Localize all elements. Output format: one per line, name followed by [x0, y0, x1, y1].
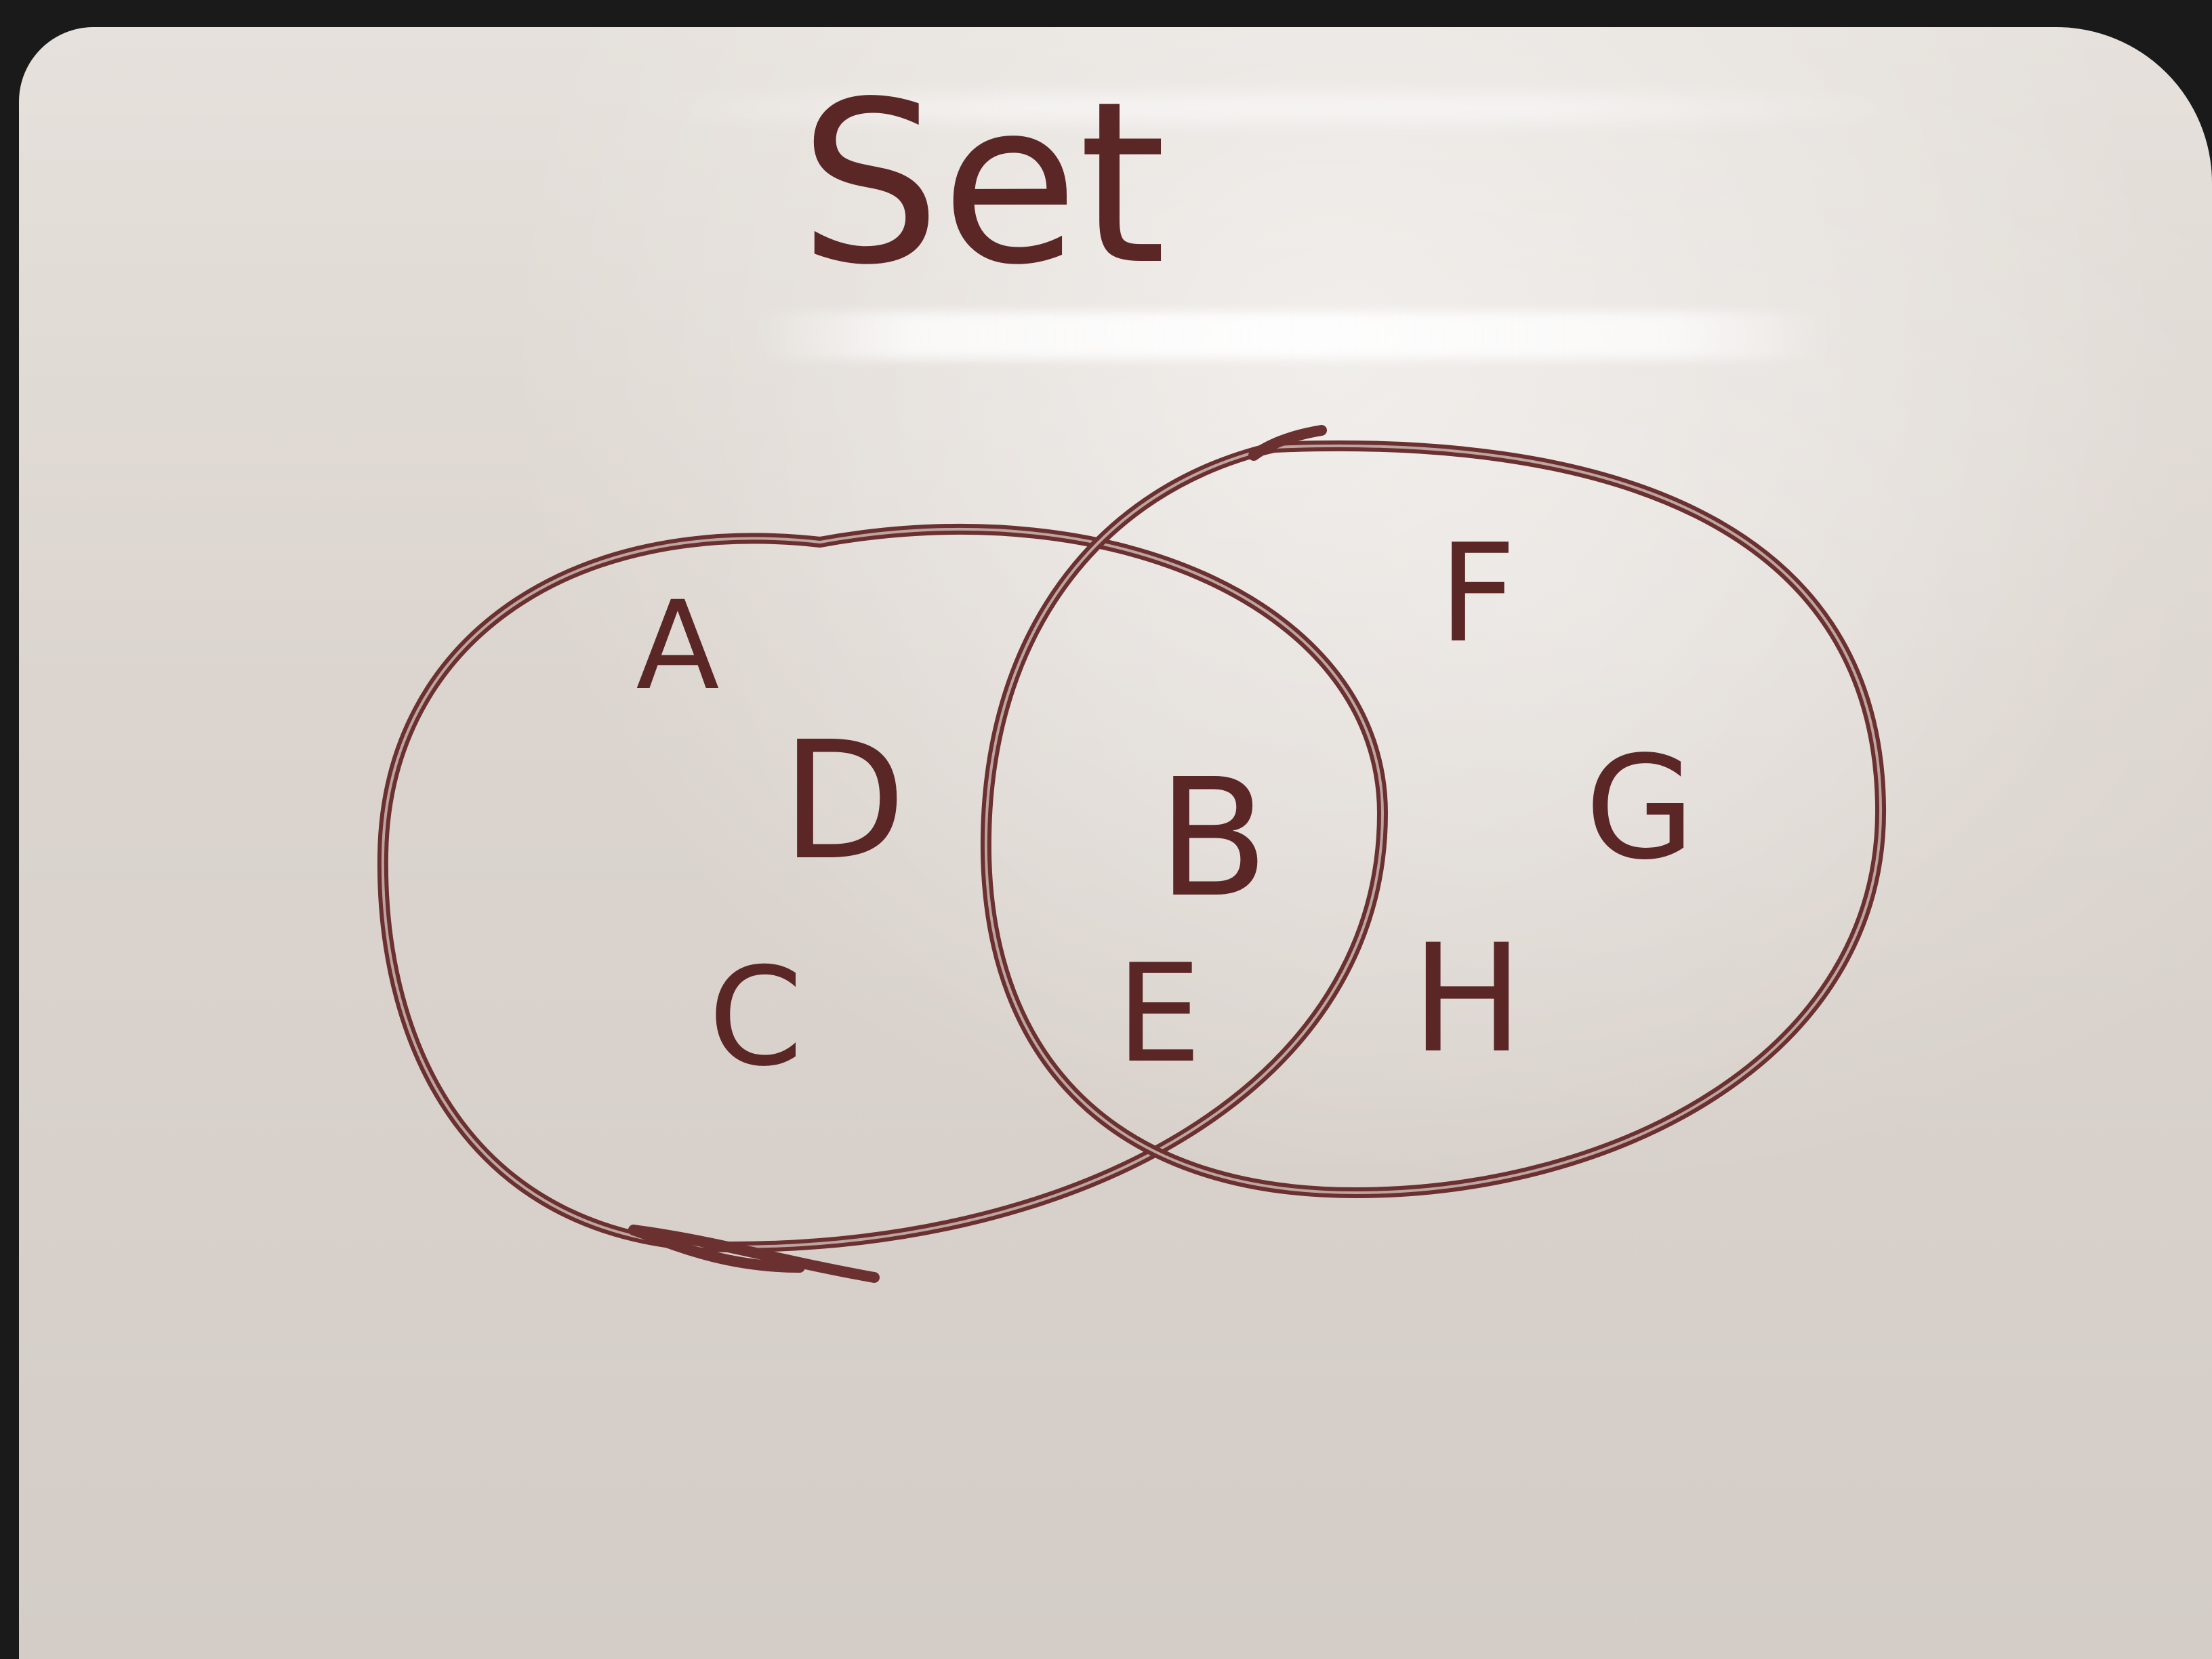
element-b-label: B	[1158, 743, 1269, 933]
diagram-title: Set	[799, 54, 1166, 314]
left-set-elements: A D C	[636, 575, 906, 1097]
whiteboard-photo: Set A D C B E F G H	[0, 0, 2212, 1659]
element-g-label: G	[1585, 725, 1696, 891]
element-e-label: E	[1116, 935, 1202, 1093]
venn-diagram: Set A D C B E F G H	[377, 54, 1887, 1283]
intersection-elements: B E	[1116, 743, 1269, 1093]
element-h-label: H	[1411, 912, 1523, 1086]
element-d-label: D	[781, 706, 907, 896]
element-c-label: C	[708, 939, 803, 1097]
element-a-label: A	[636, 575, 719, 717]
right-set-elements: F G H	[1411, 515, 1695, 1086]
element-f-label: F	[1438, 515, 1516, 673]
